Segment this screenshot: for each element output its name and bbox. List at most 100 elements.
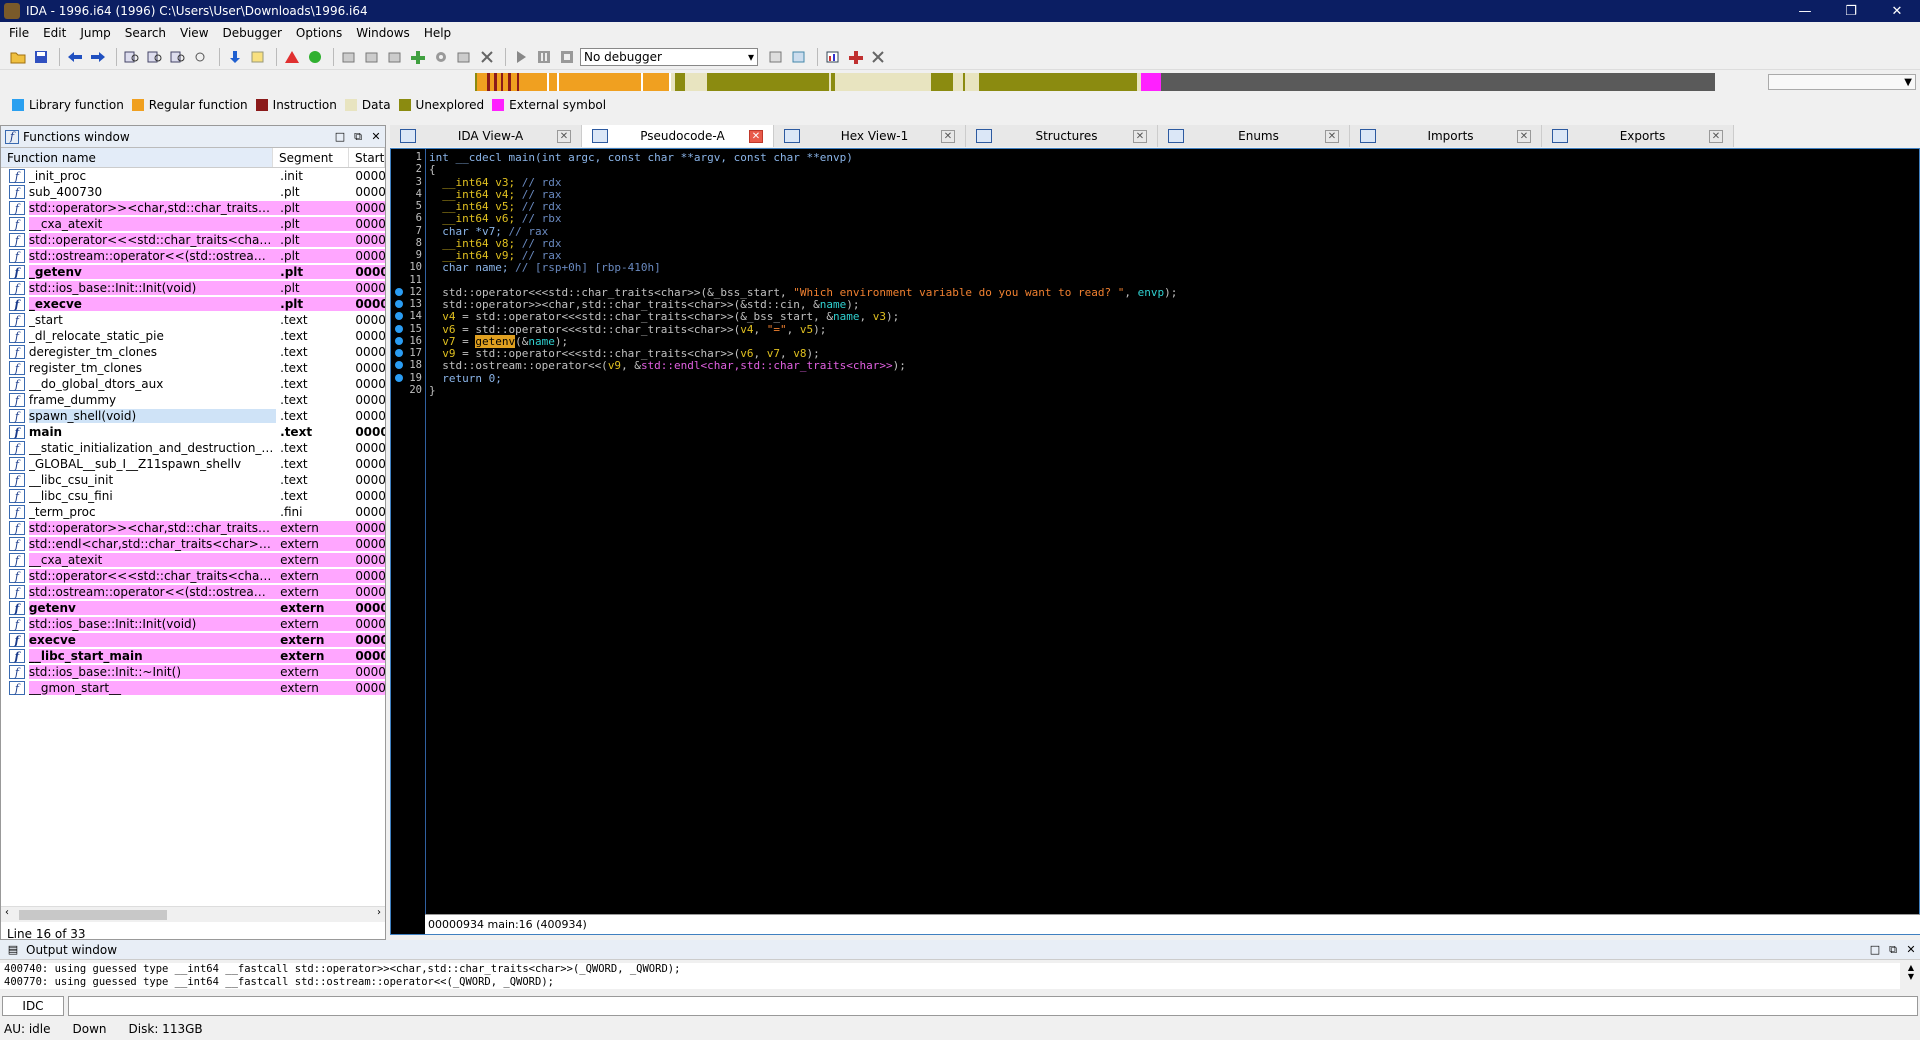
column-start[interactable]: Start (349, 148, 385, 167)
function-row[interactable]: f frame_dummy .text 0000 (1, 392, 385, 408)
search-next-icon[interactable] (191, 47, 211, 67)
code-line[interactable]: __int64 v5; // rdx (429, 200, 561, 213)
play-icon[interactable] (511, 47, 531, 67)
function-row[interactable]: f _execve .plt 0000 (1, 296, 385, 312)
function-row[interactable]: f std::ios_base::Init::~Init() extern 0000 (1, 664, 385, 680)
breakpoint-dot-icon[interactable] (395, 336, 403, 345)
code-line[interactable]: v4 = std::operator<<<std::char_traits<ch… (429, 310, 899, 323)
close-icon[interactable]: ✕ (1325, 129, 1339, 143)
close-icon[interactable]: ✕ (941, 129, 955, 143)
function-row[interactable]: f _getenv .plt 0000 (1, 264, 385, 280)
function-row[interactable]: f __libc_csu_fini .text 0000 (1, 488, 385, 504)
function-row[interactable]: f std::ostream::operator<<(std::ostream &… (1, 248, 385, 264)
mark-position-icon[interactable] (248, 47, 268, 67)
close-icon[interactable]: ✕ (749, 129, 763, 143)
menu-view[interactable]: View (173, 26, 215, 40)
function-row[interactable]: f _init_proc .init 0000 (1, 168, 385, 184)
code-line[interactable]: __int64 v6; // rbx (429, 212, 561, 225)
save-icon[interactable] (31, 47, 51, 67)
function-row[interactable]: f __cxa_atexit .plt 0000 (1, 216, 385, 232)
function-row[interactable]: f std::operator>><char,std::char_traits<c… (1, 520, 385, 536)
menu-file[interactable]: File (2, 26, 36, 40)
close-icon[interactable]: ✕ (1902, 943, 1920, 956)
float-icon[interactable]: ⧉ (349, 130, 367, 144)
pseudocode-text[interactable]: int __cdecl main(int argc, const char **… (425, 149, 1915, 914)
tab-exports[interactable]: Exports ✕ (1542, 125, 1734, 147)
function-row[interactable]: f std::endl<char,std::char_traits<char>>(… (1, 536, 385, 552)
breakpoint-dot-icon[interactable] (395, 312, 403, 321)
code-line[interactable]: __int64 v9; // rax (429, 249, 561, 262)
function-row[interactable]: f __gmon_start__ extern 0000 (1, 680, 385, 696)
gear-icon[interactable] (431, 47, 451, 67)
code-line[interactable]: v9 = std::operator<<<std::char_traits<ch… (429, 347, 820, 360)
code-line[interactable]: int __cdecl main(int argc, const char **… (429, 151, 853, 164)
breakpoint-dot-icon[interactable] (395, 287, 403, 296)
function-row[interactable]: f getenv extern 0000 (1, 600, 385, 616)
jump-down-icon[interactable] (225, 47, 245, 67)
code-line[interactable]: __int64 v4; // rax (429, 188, 561, 201)
output-log[interactable]: 400740: using guessed type __int64 __fas… (0, 963, 1900, 989)
minimize-button[interactable]: — (1782, 0, 1828, 22)
code-line[interactable]: std::operator>><char,std::char_traits<ch… (429, 298, 859, 311)
immediate-search-icon[interactable] (168, 47, 188, 67)
text-search-icon[interactable] (145, 47, 165, 67)
scroll-down-icon[interactable]: ▼ (1902, 972, 1920, 981)
idc-button[interactable]: IDC (2, 996, 64, 1016)
delete-icon[interactable] (477, 47, 497, 67)
function-row[interactable]: f __libc_start_main extern 0000 (1, 648, 385, 664)
function-row[interactable]: f std::ios_base::Init::Init(void) extern 00… (1, 616, 385, 632)
function-row[interactable]: f execve extern 0000 (1, 632, 385, 648)
float-icon[interactable]: ⧉ (1884, 943, 1902, 957)
function-row[interactable]: f deregister_tm_clones .text 0000 (1, 344, 385, 360)
scroll-left-icon[interactable]: ‹ (5, 907, 9, 918)
command-input[interactable] (68, 996, 1918, 1016)
function-row[interactable]: f _term_proc .fini 0000 (1, 504, 385, 520)
navigation-band[interactable]: ▼ (0, 70, 1920, 94)
function-row[interactable]: f std::operator<<<std::char_traits<char>>… (1, 232, 385, 248)
menu-jump[interactable]: Jump (73, 26, 117, 40)
pseudocode-view[interactable]: 1 2 3 4 5 6 7 8 9 10 11 12 13 14 15 16 17 18 19 20 int __cd… (390, 148, 1920, 935)
tab-ida-view-a[interactable]: IDA View-A ✕ (390, 125, 582, 147)
code-line[interactable]: std::operator<<<std::char_traits<char>>(… (429, 286, 1177, 299)
edit-function-icon[interactable] (362, 47, 382, 67)
function-row[interactable]: f sub_400730 .plt 0000 (1, 184, 385, 200)
close-icon[interactable]: ✕ (557, 129, 571, 143)
function-row[interactable]: f __cxa_atexit extern 0000 (1, 552, 385, 568)
function-row[interactable]: f register_tm_clones .text 0000 (1, 360, 385, 376)
stack-icon[interactable] (385, 47, 405, 67)
column-function-name[interactable]: Function name (1, 148, 273, 167)
debug-options-icon[interactable] (766, 47, 786, 67)
debugger-select[interactable]: No debugger ▾ (580, 47, 758, 66)
code-line[interactable]: return 0; (429, 372, 502, 385)
function-row[interactable]: f __static_initialization_and_destruction… (1, 440, 385, 456)
code-line[interactable]: } (429, 384, 436, 397)
breakpoint-dot-icon[interactable] (395, 361, 403, 370)
function-row[interactable]: f main .text 0000 (1, 424, 385, 440)
green-circle-icon[interactable] (305, 47, 325, 67)
tab-pseudocode-a[interactable]: Pseudocode-A ✕ (582, 125, 774, 147)
output-scrollbar[interactable]: ▲ ▼ (1902, 963, 1920, 989)
menu-help[interactable]: Help (417, 26, 458, 40)
close-button[interactable]: ✕ (1874, 0, 1920, 22)
horizontal-scrollbar[interactable]: ‹ › (1, 906, 385, 922)
open-folder-icon[interactable] (8, 47, 28, 67)
tab-structures[interactable]: Structures ✕ (966, 125, 1158, 147)
menu-search[interactable]: Search (118, 26, 173, 40)
code-line[interactable]: __int64 v8; // rdx (429, 237, 561, 250)
scroll-up-icon[interactable]: ▲ (1902, 963, 1920, 972)
code-line[interactable]: v7 = getenv(&name); (429, 334, 568, 348)
chart-icon[interactable] (823, 47, 843, 67)
add-plugin-icon[interactable] (408, 47, 428, 67)
sync-icon[interactable] (789, 47, 809, 67)
code-line[interactable]: char *v7; // rax (429, 225, 548, 238)
function-row[interactable]: f std::ostream::operator<<(std::ostream &… (1, 584, 385, 600)
line-number-gutter[interactable]: 1 2 3 4 5 6 7 8 9 10 11 12 13 14 15 16 17 18 19 20 (391, 149, 425, 914)
function-row[interactable]: f _GLOBAL__sub_I__Z11spawn_shellv .text 000… (1, 456, 385, 472)
function-row[interactable]: f __libc_csu_init .text 0000 (1, 472, 385, 488)
function-row[interactable]: f _start .text 0000 (1, 312, 385, 328)
tab-enums[interactable]: Enums ✕ (1158, 125, 1350, 147)
code-line[interactable]: { (429, 163, 436, 176)
close-icon[interactable]: ✕ (1709, 129, 1723, 143)
restore-icon[interactable]: □ (331, 130, 349, 143)
close-icon[interactable]: ✕ (367, 130, 385, 143)
